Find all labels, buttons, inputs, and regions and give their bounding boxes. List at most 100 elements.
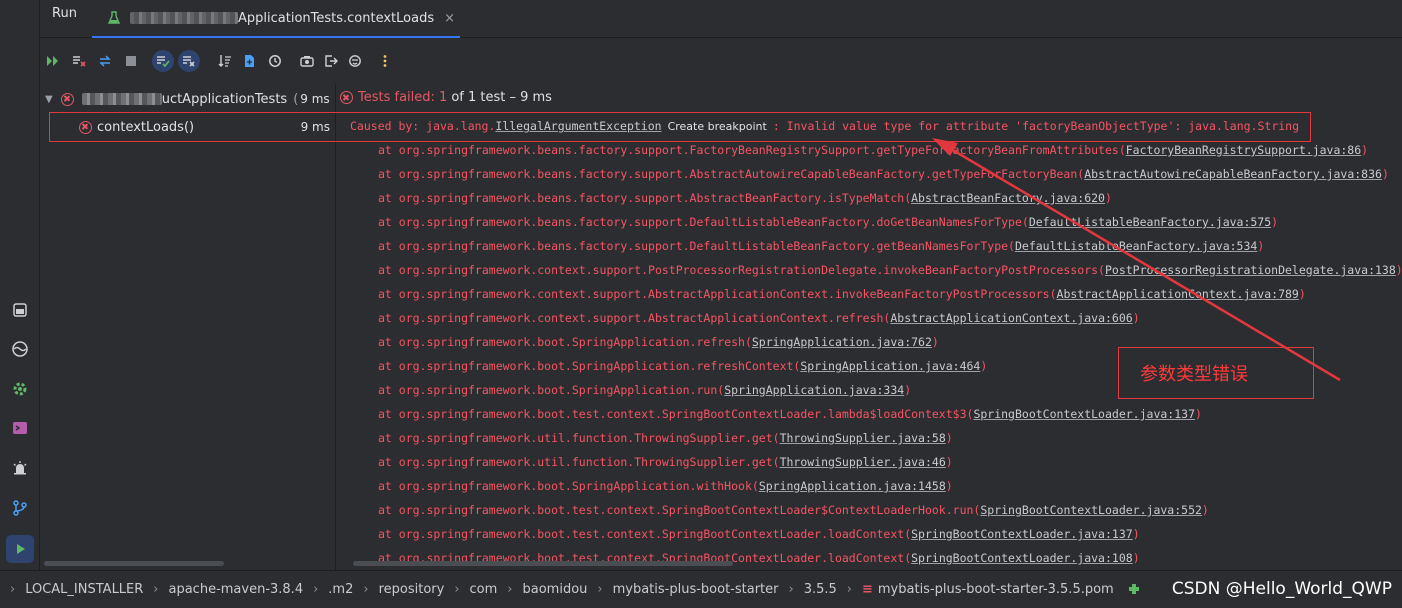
stack-frame-text: at org.springframework.beans.factory.sup… <box>378 167 1085 181</box>
breadcrumb-item[interactable]: mybatis-plus-boot-starter <box>613 582 779 597</box>
services-icon[interactable] <box>6 335 34 363</box>
source-link[interactable]: SpringApplication.java:762 <box>752 335 932 349</box>
console-horizontal-scrollbar[interactable] <box>353 561 733 566</box>
stack-frame-end: ) <box>1105 191 1112 205</box>
tab-label: ApplicationTests.contextLoads <box>238 10 435 26</box>
stack-frame-end: ) <box>945 431 953 445</box>
source-link[interactable]: ThrowingSupplier.java:46 <box>780 455 946 469</box>
stack-frame-end: ) <box>1132 311 1140 325</box>
run-icon[interactable] <box>6 535 34 563</box>
profiler-icon[interactable] <box>344 50 366 72</box>
problems-icon[interactable] <box>6 454 34 482</box>
chevron-right-icon: › <box>313 582 319 597</box>
stack-frame-text: at org.springframework.util.function.Thr… <box>378 455 780 469</box>
stack-frame-text: at org.springframework.beans.factory.sup… <box>378 191 912 205</box>
stack-line: at org.springframework.boot.SpringApplic… <box>378 479 953 493</box>
import-tests-icon[interactable] <box>238 50 260 72</box>
source-link[interactable]: SpringBootContextLoader.java:552 <box>980 503 1202 517</box>
stack-line: at org.springframework.context.support.P… <box>378 263 1402 277</box>
source-link[interactable]: AbstractApplicationContext.java:789 <box>1057 287 1299 301</box>
chevron-right-icon: › <box>10 582 16 597</box>
run-toolbar <box>40 48 1402 74</box>
breadcrumb-item[interactable]: com <box>470 582 498 597</box>
tree-root-label: uctApplicationTests <box>161 91 288 107</box>
stack-frame-end: ) <box>1201 503 1209 517</box>
breadcrumb-items: LOCAL_INSTALLER › apache-maven-3.8.4 › .m2 › r… <box>25 582 1114 597</box>
breadcrumb-item[interactable]: apache-maven-3.8.4 <box>169 582 304 597</box>
test-results-tree: ▼ uctApplicationTests ( 9 ms contextLoad… <box>40 84 336 570</box>
chevron-right-icon: › <box>153 582 159 597</box>
more-options-icon[interactable] <box>374 50 396 72</box>
tree-root-duration: 9 ms <box>300 92 330 106</box>
source-link[interactable]: DefaultListableBeanFactory.java:575 <box>1029 215 1271 229</box>
source-link[interactable]: ThrowingSupplier.java:58 <box>780 431 946 445</box>
source-link[interactable]: SpringBootContextLoader.java:108 <box>911 551 1133 565</box>
stop-icon[interactable] <box>120 50 142 72</box>
stack-line: at org.springframework.util.function.Thr… <box>378 455 953 469</box>
stack-frame-end: ) <box>1381 167 1389 181</box>
source-link[interactable]: SpringApplication.java:334 <box>724 383 904 397</box>
redacted-package-name <box>130 12 238 24</box>
plugin-icon[interactable] <box>1126 581 1142 601</box>
database-icon[interactable] <box>6 296 34 324</box>
show-ignored-icon[interactable] <box>178 50 200 72</box>
tab-run-configuration[interactable]: ApplicationTests.contextLoads × <box>92 0 460 38</box>
rerun-failed-icon[interactable] <box>68 50 90 72</box>
breadcrumb-item[interactable]: repository <box>379 582 445 597</box>
stack-line: at org.springframework.beans.factory.sup… <box>378 191 1112 205</box>
breadcrumb-item[interactable]: mybatis-plus-boot-starter-3.5.5.pom <box>878 582 1114 597</box>
stack-line: at org.springframework.beans.factory.sup… <box>378 143 1368 157</box>
chevron-right-icon: › <box>507 582 513 597</box>
source-link[interactable]: SpringBootContextLoader.java:137 <box>973 407 1195 421</box>
chevron-right-icon: › <box>788 582 794 597</box>
stack-frame-text: at org.springframework.context.support.A… <box>378 287 1057 301</box>
show-passed-icon[interactable] <box>152 50 174 72</box>
git-icon[interactable] <box>6 494 34 522</box>
rerun-icon[interactable] <box>42 50 64 72</box>
gear-icon[interactable] <box>6 375 34 403</box>
breadcrumb-item[interactable]: .m2 <box>328 582 353 597</box>
source-link[interactable]: SpringApplication.java:464 <box>800 359 980 373</box>
breadcrumb-item[interactable]: baomidou <box>523 582 588 597</box>
error-icon <box>340 91 353 104</box>
source-link[interactable]: AbstractApplicationContext.java:606 <box>890 311 1132 325</box>
stack-frame-text: at org.springframework.boot.test.context… <box>378 503 981 517</box>
chevron-right-icon: › <box>454 582 460 597</box>
stack-line: at org.springframework.context.support.A… <box>378 287 1306 301</box>
test-flask-icon <box>108 11 120 25</box>
stack-line: at org.springframework.context.support.A… <box>378 311 1140 325</box>
run-title: Run <box>52 6 77 21</box>
status-summary: of 1 test – 9 ms <box>451 90 552 105</box>
stack-line: at org.springframework.beans.factory.sup… <box>378 215 1278 229</box>
history-icon[interactable] <box>264 50 286 72</box>
maven-file-icon: ≡ <box>861 582 873 597</box>
breadcrumb-item[interactable]: LOCAL_INSTALLER <box>25 582 143 597</box>
toggle-autotest-icon[interactable] <box>94 50 116 72</box>
stack-frame-text: at org.springframework.util.function.Thr… <box>378 431 780 445</box>
stack-line: at org.springframework.boot.test.context… <box>378 407 1202 421</box>
source-link[interactable]: AbstractAutowireCapableBeanFactory.java:… <box>1084 167 1382 181</box>
close-icon[interactable]: × <box>444 11 455 26</box>
source-link[interactable]: AbstractBeanFactory.java:620 <box>911 191 1105 205</box>
tree-horizontal-scrollbar[interactable] <box>44 561 224 566</box>
source-link[interactable]: DefaultListableBeanFactory.java:534 <box>1015 239 1257 253</box>
source-link[interactable]: SpringBootContextLoader.java:137 <box>911 527 1133 541</box>
terminal-icon[interactable] <box>6 414 34 442</box>
sort-icon[interactable] <box>214 50 236 72</box>
camera-icon[interactable] <box>296 50 318 72</box>
stack-line: at org.springframework.beans.factory.sup… <box>378 239 1264 253</box>
exit-icon[interactable] <box>320 50 342 72</box>
watermark: CSDN @Hello_World_QWP <box>1171 579 1392 599</box>
redacted-class-name <box>81 93 162 105</box>
stack-frame-text: at org.springframework.boot.test.context… <box>378 407 974 421</box>
breadcrumb-item[interactable]: 3.5.5 <box>804 582 837 597</box>
chevron-right-icon: › <box>363 582 369 597</box>
chevron-down-icon[interactable]: ▼ <box>45 94 53 105</box>
source-link[interactable]: FactoryBeanRegistrySupport.java:86 <box>1126 143 1361 157</box>
tool-window-strip <box>0 0 40 570</box>
source-link[interactable]: SpringApplication.java:1458 <box>759 479 946 493</box>
tree-root-row[interactable]: ▼ uctApplicationTests ( 9 ms <box>40 88 336 110</box>
stack-frame-end: ) <box>931 335 939 349</box>
stack-frame-end: ) <box>1132 527 1140 541</box>
source-link[interactable]: PostProcessorRegistrationDelegate.java:1… <box>1105 263 1396 277</box>
